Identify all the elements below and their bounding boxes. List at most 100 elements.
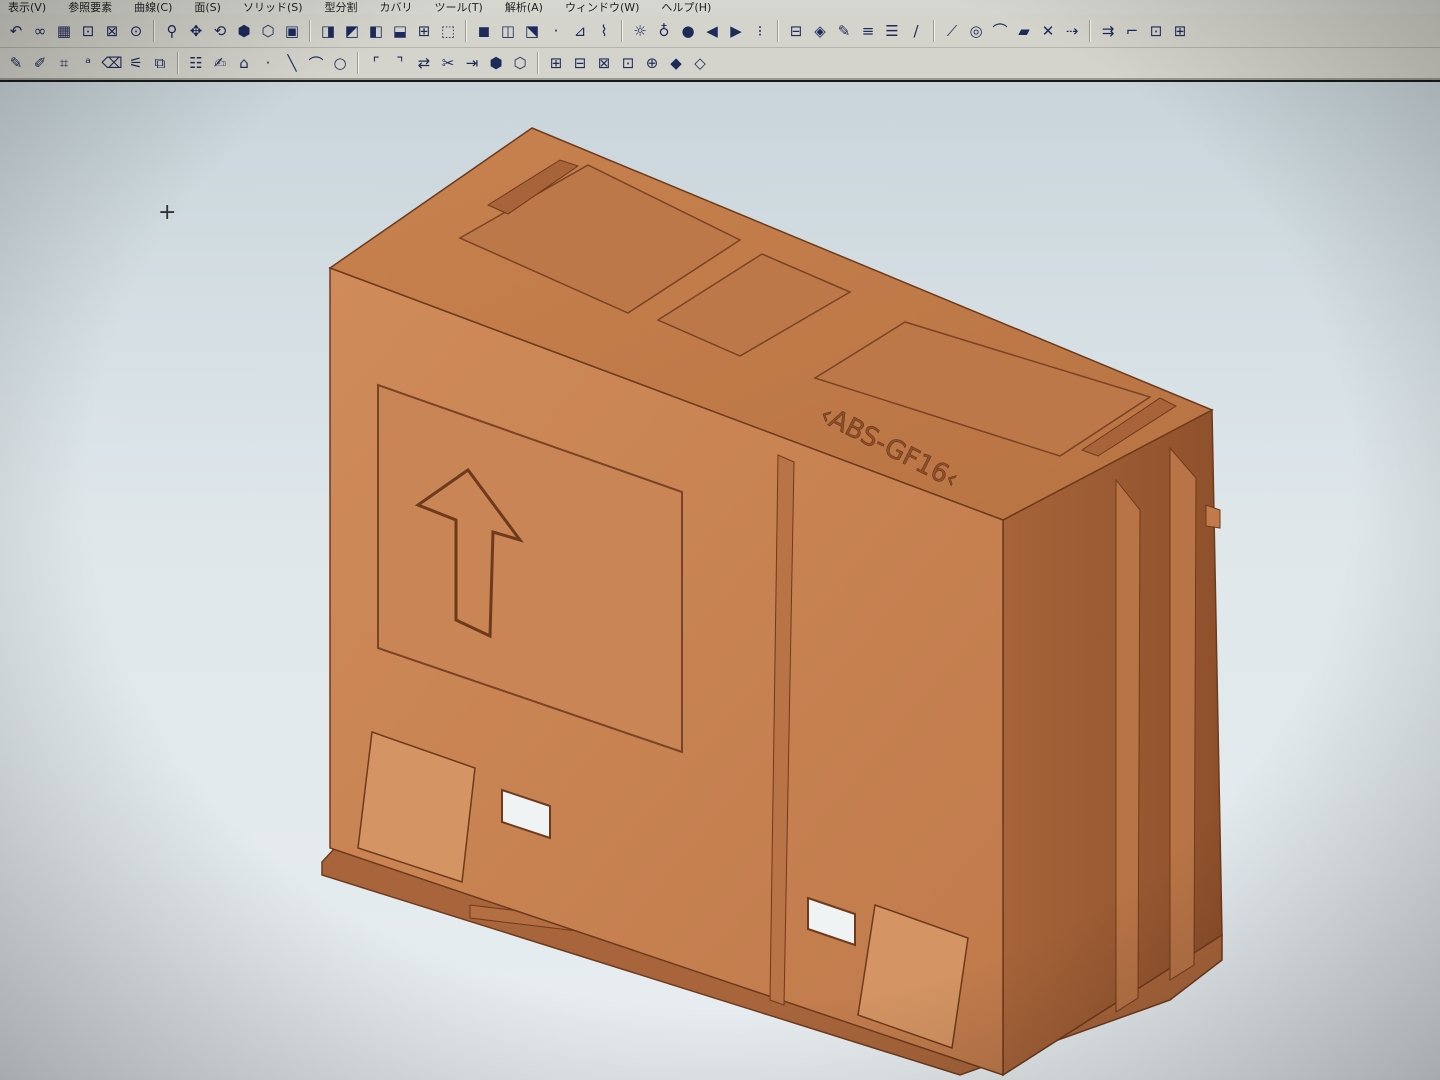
paint-icon[interactable]: ◈ — [809, 20, 831, 42]
rotate-icon[interactable]: ⟲ — [209, 20, 231, 42]
surface-icon[interactable]: ▰ — [1013, 20, 1035, 42]
menu-view[interactable]: 表示(V) — [8, 0, 46, 14]
menu-cavity[interactable]: カバリ — [380, 0, 413, 14]
menu-analysis[interactable]: 解析(A) — [505, 0, 543, 14]
view-front-icon[interactable]: ⬡ — [257, 20, 279, 42]
toolbar-separator — [777, 19, 779, 42]
constraint-icon[interactable]: ⌗ — [53, 52, 75, 74]
feature-group-icon[interactable]: ⊠ — [593, 52, 615, 74]
point-icon[interactable]: · — [545, 20, 567, 42]
wireframe-icon[interactable]: ⬚ — [437, 20, 459, 42]
color-surface-icon[interactable]: ◇ — [689, 52, 711, 74]
magnify-icon[interactable]: ⚲ — [161, 20, 183, 42]
menu-surfaces[interactable]: 面(S) — [194, 0, 221, 14]
frame-icon[interactable]: ⊡ — [1145, 20, 1167, 42]
point-icon[interactable]: · — [257, 52, 279, 74]
view-back-icon[interactable]: ◩ — [341, 20, 363, 42]
menu-help[interactable]: ヘルプ(H) — [661, 0, 711, 14]
display-mode-icon[interactable]: ⬔ — [521, 20, 543, 42]
shaded-icon[interactable]: ◼ — [473, 20, 495, 42]
trim-icon[interactable]: ✂ — [437, 52, 459, 74]
select-icon[interactable]: ⁝ — [749, 20, 771, 42]
section-icon[interactable]: ⊞ — [413, 20, 435, 42]
line-style-icon[interactable]: ≡ — [857, 20, 879, 42]
view-top-icon[interactable]: ▣ — [281, 20, 303, 42]
hidden-line-icon[interactable]: ◫ — [497, 20, 519, 42]
line-icon[interactable]: / — [905, 20, 927, 42]
fillet-icon[interactable]: ⌜ — [365, 52, 387, 74]
trim-icon[interactable]: ✕ — [1037, 20, 1059, 42]
menu-curves[interactable]: 曲線(C) — [134, 0, 172, 14]
offset-icon[interactable]: ⇉ — [1097, 20, 1119, 42]
side-rib-2 — [1169, 446, 1197, 981]
3d-viewport[interactable]: ‹ABS-GF16‹ + — [0, 82, 1440, 1080]
undo-icon[interactable]: ↶ — [5, 20, 27, 42]
view-left-icon[interactable]: ◧ — [365, 20, 387, 42]
menu-window[interactable]: ウィンドウ(W) — [565, 0, 639, 14]
part-model[interactable]: ‹ABS-GF16‹ — [0, 82, 1440, 1080]
measure-icon[interactable]: ⊿ — [569, 20, 591, 42]
circle-icon[interactable]: ◎ — [965, 20, 987, 42]
menu-tools[interactable]: ツール(T) — [435, 0, 483, 14]
mirror-icon[interactable]: ⚟ — [125, 52, 147, 74]
sketch-icon[interactable]: ✎ — [5, 52, 27, 74]
menu-solid[interactable]: ソリッド(S) — [243, 0, 303, 14]
pattern-icon[interactable]: ⊞ — [545, 52, 567, 74]
curve-icon[interactable]: ⌒ — [989, 20, 1011, 42]
chamfer-icon[interactable]: ⌝ — [389, 52, 411, 74]
edit-icon[interactable]: ✍ — [209, 52, 231, 74]
toolbar-separator — [1089, 19, 1091, 42]
zoom-window-icon[interactable]: ⊡ — [77, 20, 99, 42]
list-icon[interactable]: ☷ — [185, 52, 207, 74]
light-icon[interactable]: ♁ — [653, 20, 675, 42]
eraser-icon[interactable]: ⌫ — [101, 52, 123, 74]
tree-add-icon[interactable]: ⊕ — [641, 52, 663, 74]
menu-reference-elements[interactable]: 参照要素 — [68, 0, 112, 14]
extend-icon[interactable]: ⇥ — [461, 52, 483, 74]
feature-icon[interactable]: ⊟ — [569, 52, 591, 74]
solid-icon[interactable]: ⬢ — [485, 52, 507, 74]
toolbar-separator — [621, 19, 623, 42]
toolbar-separator — [153, 19, 155, 42]
toolbar-separator — [465, 19, 467, 42]
tree-icon[interactable]: ⊡ — [617, 52, 639, 74]
sketch-edit-icon[interactable]: ✐ — [29, 52, 51, 74]
color-solid-icon[interactable]: ◆ — [665, 52, 687, 74]
color-icon[interactable]: ● — [677, 20, 699, 42]
zoom-fit-icon[interactable]: ⊠ — [101, 20, 123, 42]
filter-icon[interactable]: ⊟ — [785, 20, 807, 42]
toolbar-separator — [537, 52, 539, 74]
zoom-area-icon[interactable]: ⊙ — [125, 20, 147, 42]
layers-icon[interactable]: ∞ — [29, 20, 51, 42]
copy-icon[interactable]: ⧉ — [149, 52, 171, 74]
back-icon[interactable]: ◀ — [701, 20, 723, 42]
forward-icon[interactable]: ▶ — [725, 20, 747, 42]
view-right-icon[interactable]: ◨ — [317, 20, 339, 42]
dimension-icon[interactable]: ᵃ — [77, 52, 99, 74]
extend-icon[interactable]: ⇢ — [1061, 20, 1083, 42]
polygon-icon[interactable]: ⌂ — [233, 52, 255, 74]
menu-mold-split[interactable]: 型分割 — [325, 0, 358, 14]
arc-icon[interactable]: ⌒ — [305, 52, 327, 74]
line-icon[interactable]: ╲ — [281, 52, 303, 74]
menu-bar: 表示(V) 参照要素 曲線(C) 面(S) ソリッド(S) 型分割 カバリ ツー… — [0, 0, 1440, 14]
offset-icon[interactable]: ⇄ — [413, 52, 435, 74]
pattern-icon[interactable]: ⊞ — [1169, 20, 1191, 42]
shell-icon[interactable]: ⬡ — [509, 52, 531, 74]
cad-application-window: 表示(V) 参照要素 曲線(C) 面(S) ソリッド(S) 型分割 カバリ ツー… — [0, 0, 1440, 1080]
pan-icon[interactable]: ✥ — [185, 20, 207, 42]
view-iso-icon[interactable]: ⬢ — [233, 20, 255, 42]
polyline-icon[interactable]: ⟋ — [941, 20, 963, 42]
side-rib-1 — [1115, 478, 1141, 1013]
light-bulb-icon[interactable]: ☼ — [629, 20, 651, 42]
line-weight-icon[interactable]: ☰ — [881, 20, 903, 42]
toolbar-separator — [177, 52, 179, 74]
corner-icon[interactable]: ⌐ — [1121, 20, 1143, 42]
view-bottom-icon[interactable]: ⬓ — [389, 20, 411, 42]
analysis-icon[interactable]: ⌇ — [593, 20, 615, 42]
main-toolbar: ↶ ∞ ▦ ⊡ ⊠ ⊙ ⚲ ✥ ⟲ ⬢ ⬡ ▣ ◨ ◩ ◧ ⬓ ⊞ ⬚ ◼ ◫ ⬔ · ⊿ ⌇ ☼ ♁ ● ◀ ▶ ⁝ ⊟ ◈ ✎ ≡ ☰ / ⟋ ◎ ⌒ ▰… — [0, 14, 1440, 48]
toolbar-separator — [933, 19, 935, 42]
grid-icon[interactable]: ▦ — [53, 20, 75, 42]
pen-icon[interactable]: ✎ — [833, 20, 855, 42]
circle-icon[interactable]: ○ — [329, 52, 351, 74]
